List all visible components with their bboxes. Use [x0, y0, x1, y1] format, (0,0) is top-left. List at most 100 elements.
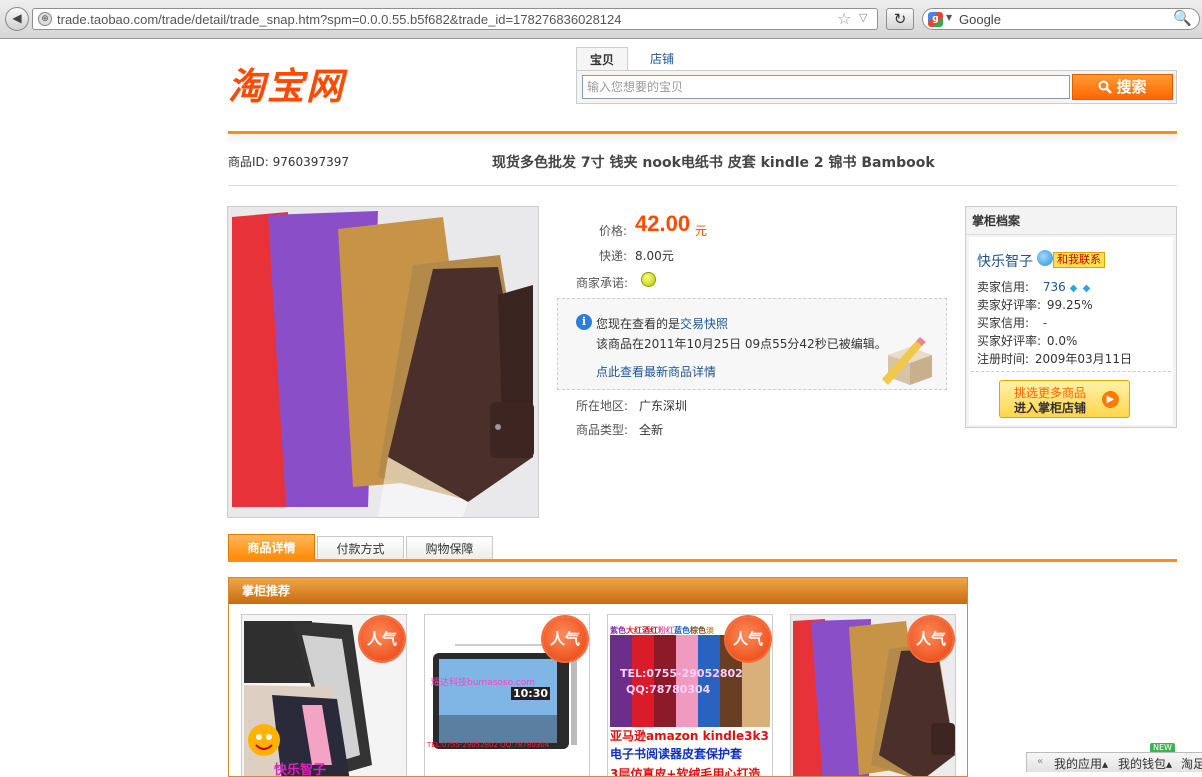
popular-badge: 人气 [543, 617, 587, 661]
my-wallet-label: 我的钱包 [1118, 757, 1167, 771]
register-value: 2009年03月11日 [1034, 352, 1132, 366]
type-label: 商品类型: [576, 423, 629, 437]
shopkeeper-name[interactable]: 快乐智子 [977, 251, 1033, 271]
tab-protection[interactable]: 购物保障 [406, 536, 493, 560]
location-value: 广东深圳 [639, 399, 688, 413]
buyer-rate-row: 买家好评率: 0.0% [977, 332, 1077, 349]
search-button[interactable]: 搜索 [1072, 74, 1173, 100]
color-label: 酒红 [642, 626, 658, 635]
item-id: 商品ID: 9760397397 [228, 155, 349, 169]
address-bar[interactable]: ⊕ trade.taobao.com/trade/detail/trade_sn… [32, 8, 878, 30]
shopkeeper-divider [971, 371, 1171, 373]
seller-rate-value: 99.25% [1046, 298, 1093, 312]
google-logo-icon[interactable]: g [928, 12, 943, 27]
color-list: 紫色大红酒红粉红蓝色棕色淡 [610, 625, 714, 636]
back-button[interactable]: ◀ [5, 7, 29, 31]
snapshot-notice: i 您现在查看的是交易快照 该商品在2011年10月25日 09点55分42秒已… [557, 298, 947, 390]
back-icon: ◀ [12, 11, 22, 25]
color-label: 淡 [706, 626, 714, 635]
bookmark-star-icon[interactable]: ☆ [837, 9, 851, 28]
search-button-label: 搜索 [1116, 78, 1147, 96]
recommend-card[interactable]: 人气 耀达科技bumasoso.com 10:30 TEL:0755-29052… [424, 614, 590, 776]
engine-dropdown-icon[interactable]: ▼ [946, 13, 952, 22]
buyer-credit-value: - [1042, 316, 1048, 330]
seller-credit-label: 卖家信用: [977, 280, 1030, 294]
seller-credit-value[interactable]: 736 [1043, 280, 1066, 294]
recommend-card[interactable]: 人气 [790, 614, 956, 776]
card-line2: 电子书阅读器皮套保护套 [610, 747, 743, 761]
card-line3: 3层仿真皮+软绒毛用心打造 [610, 767, 761, 777]
buyer-rate-value: 0.0% [1046, 334, 1078, 348]
reload-button[interactable]: ↻ [886, 8, 914, 30]
latest-details-link[interactable]: 点此查看最新商品详情 [596, 363, 716, 380]
card-line1: 亚马逊amazon kindle3k3 [610, 729, 769, 743]
taobao-toolbar: « 我的应用▴ 我的钱包▴ 淘足 [1026, 752, 1202, 772]
wangwang-icon[interactable] [1037, 250, 1053, 266]
popular-badge: 人气 [360, 617, 404, 661]
promise-label: 商家承诺: [576, 276, 629, 290]
url-dropdown-icon[interactable]: ▽ [859, 11, 867, 24]
location-label: 所在地区: [576, 399, 629, 413]
taozu-button[interactable]: 淘足 [1181, 755, 1202, 772]
tab-item-details[interactable]: 商品详情 [228, 534, 315, 560]
card-qq: QQ:78780304 [626, 683, 711, 696]
diamond-icon: ◆ [1069, 283, 1078, 294]
search-input[interactable]: 输入您想要的宝贝 [582, 75, 1070, 99]
notice-line2: 该商品在2011年10月25日 09点55分42秒已被编辑。 [596, 337, 887, 351]
header-shadow [228, 134, 1177, 146]
info-icon: i [576, 314, 592, 330]
card-tel: TEL:0755-29052802 QQ:78780304 [427, 741, 550, 749]
shipping-label: 快递: [599, 249, 628, 263]
color-label: 大红 [626, 626, 642, 635]
my-apps-button[interactable]: 我的应用▴ [1054, 755, 1108, 772]
promise-badge-icon[interactable] [641, 272, 656, 287]
browser-search-field[interactable]: g ▼ Google 🔍 [922, 8, 1200, 30]
buyer-rate-label: 买家好评率: [977, 334, 1042, 348]
product-image[interactable] [227, 206, 539, 518]
magnifier-icon [1098, 80, 1113, 94]
box-pencil-icon [882, 337, 932, 385]
my-wallet-button[interactable]: 我的钱包▴ [1118, 755, 1172, 772]
browser-toolbar: ◀ ⊕ trade.taobao.com/trade/detail/trade_… [0, 0, 1202, 39]
recommend-card[interactable]: 人气 快乐智子 [241, 614, 407, 777]
tab-dianpu[interactable]: 店铺 [638, 47, 686, 71]
globe-icon: ⊕ [38, 12, 52, 26]
popular-badge: 人气 [909, 617, 953, 661]
card-caption: 快乐智子 [274, 763, 327, 777]
color-label: 蓝色 [674, 626, 690, 635]
popular-badge: 人气 [726, 617, 770, 661]
arrow-right-icon: ▶ [1102, 391, 1119, 408]
contact-button[interactable]: 和我联系 [1053, 252, 1105, 268]
register-row: 注册时间: 2009年03月11日 [977, 350, 1132, 367]
enter-shop-button[interactable]: 挑选更多商品 进入掌柜店铺 ▶ [999, 380, 1130, 418]
seller-rate-row: 卖家好评率: 99.25% [977, 296, 1093, 313]
register-label: 注册时间: [977, 352, 1030, 366]
diamond-icon: ◆ [1082, 283, 1091, 294]
price-value: 42.00 [635, 211, 691, 236]
buyer-credit-row: 买家信用: - [977, 314, 1047, 331]
taobao-logo[interactable]: 淘宝网 [228, 56, 345, 110]
card-tel: TEL:0755-29052802 [620, 667, 743, 680]
url-text[interactable]: trade.taobao.com/trade/detail/trade_snap… [57, 12, 621, 27]
tab-baobei[interactable]: 宝贝 [576, 47, 628, 71]
notice-prefix: 您现在查看的是 [596, 317, 681, 331]
tabs-underline [228, 559, 1177, 562]
card-time: 10:30 [511, 687, 551, 700]
my-apps-label: 我的应用 [1054, 757, 1103, 771]
reload-icon: ↻ [893, 10, 907, 28]
seller-credit-row: 卖家信用: 736 ◆ ◆ [977, 278, 1096, 295]
notice-line1: 您现在查看的是交易快照 [596, 315, 728, 332]
title-divider [228, 185, 1177, 186]
item-title: 现货多色批发 7寸 钱夹 nook电纸书 皮套 kindle 2 锦书 Bamb… [492, 155, 935, 171]
price-label: 价格: [599, 224, 628, 238]
search-engine-placeholder: Google [959, 12, 1001, 27]
shopkeeper-body: 快乐智子 和我联系 卖家信用: 736 ◆ ◆ 卖家好评率: 99.25% 买家信… [969, 237, 1173, 425]
enter-shop-line2: 进入掌柜店铺 [1014, 401, 1087, 415]
search-icon[interactable]: 🔍 [1173, 9, 1192, 27]
shipping-value: 8.00元 [635, 249, 674, 263]
tab-payment[interactable]: 付款方式 [317, 536, 404, 560]
snapshot-link[interactable]: 交易快照 [680, 317, 728, 331]
collapse-icon[interactable]: « [1037, 756, 1043, 767]
recommend-card[interactable]: 紫色大红酒红粉红蓝色棕色淡 TEL:0755-29052802 QQ:78780… [607, 614, 773, 777]
color-label: 紫色 [610, 626, 626, 635]
